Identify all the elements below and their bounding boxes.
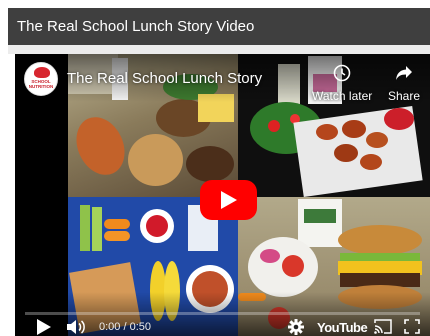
page-header: The Real School Lunch Story Video xyxy=(8,8,430,45)
clock-icon xyxy=(333,64,351,82)
cast-button[interactable] xyxy=(374,318,392,336)
channel-logo-text: SCHOOL NUTRITION xyxy=(28,79,54,89)
youtube-play-button[interactable] xyxy=(200,180,257,220)
time-display: 0:00 / 0:50 xyxy=(99,321,151,333)
fullscreen-icon xyxy=(404,319,420,334)
play-icon xyxy=(37,319,51,335)
share-label: Share xyxy=(387,89,421,103)
page-title: The Real School Lunch Story Video xyxy=(17,18,255,35)
watch-later-button[interactable]: Watch later xyxy=(312,62,372,104)
play-triangle-icon xyxy=(221,191,237,209)
share-button[interactable]: Share xyxy=(386,62,422,104)
apple-logo-icon xyxy=(34,67,50,78)
play-button[interactable] xyxy=(35,318,51,336)
cast-icon xyxy=(374,319,392,334)
volume-button[interactable] xyxy=(67,318,89,336)
fullscreen-button[interactable] xyxy=(403,318,421,336)
channel-logo[interactable]: SCHOOL NUTRITION xyxy=(24,62,58,96)
header-gap xyxy=(8,45,430,54)
progress-bar[interactable] xyxy=(25,312,420,315)
volume-icon xyxy=(67,320,85,334)
settings-button[interactable] xyxy=(287,318,305,336)
watch-later-label: Watch later xyxy=(312,89,373,103)
gear-icon xyxy=(288,319,304,335)
video-title[interactable]: The Real School Lunch Story xyxy=(67,70,262,87)
video-player[interactable]: SCHOOL NUTRITION The Real School Lunch S… xyxy=(15,54,430,336)
youtube-logo-link[interactable]: YouTube xyxy=(317,320,368,335)
share-arrow-icon xyxy=(396,66,412,80)
